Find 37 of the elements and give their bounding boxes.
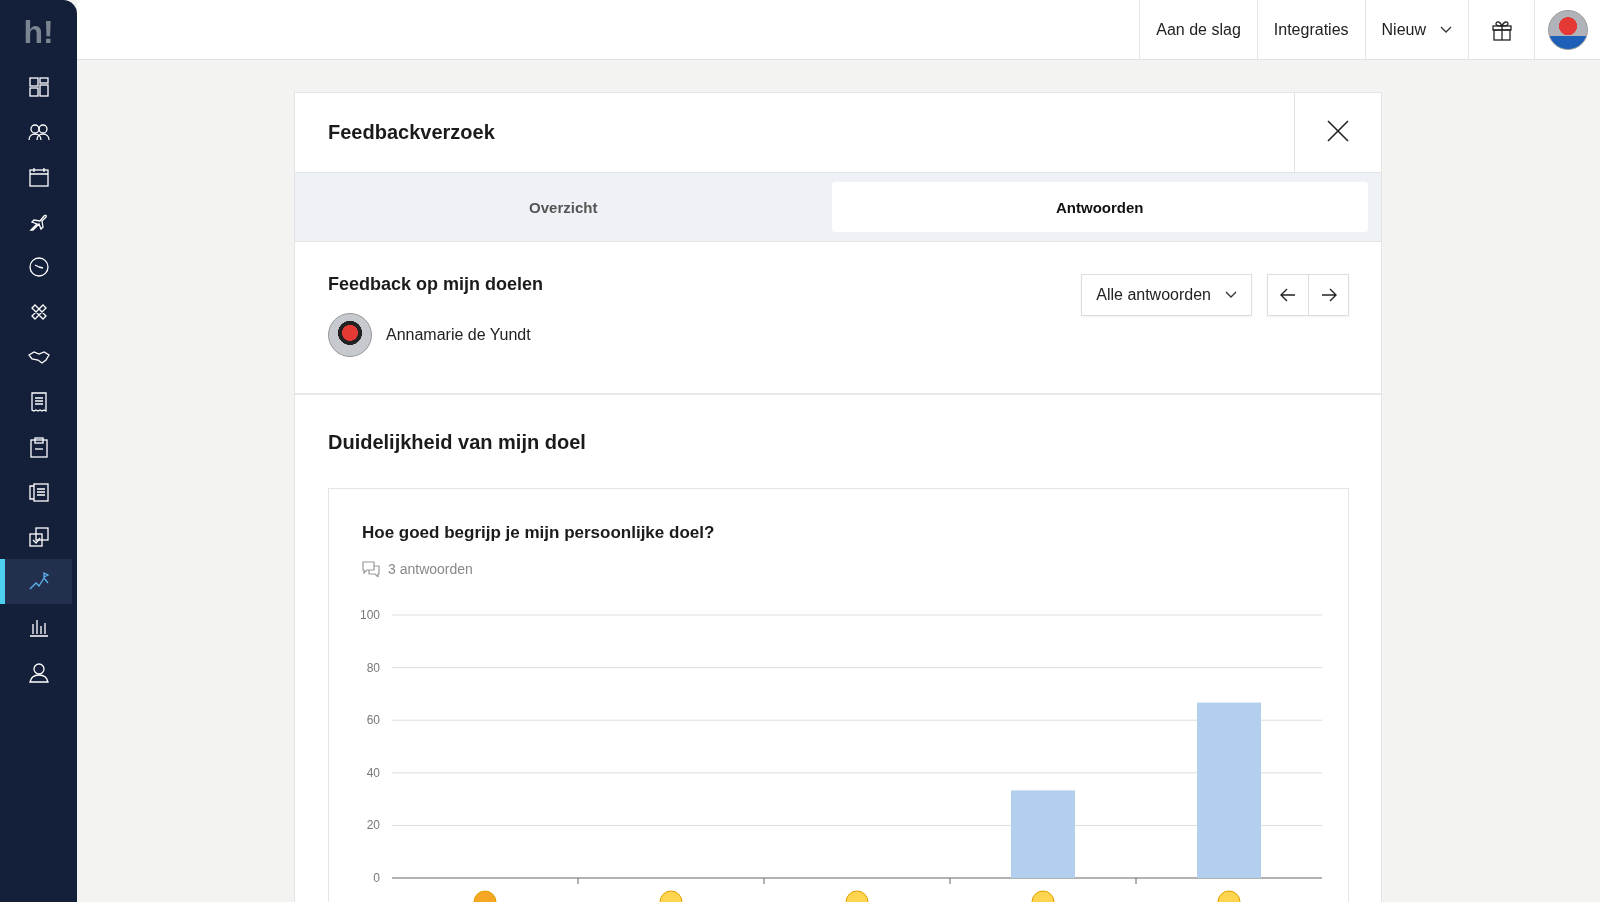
axis-label: 80 bbox=[366, 660, 380, 675]
section-title: Duidelijkheid van mijn doel bbox=[328, 431, 587, 454]
logo[interactable]: h! bbox=[0, 0, 77, 64]
calendar-icon bbox=[27, 165, 50, 188]
modal-title: Feedbackverzoek bbox=[327, 120, 496, 145]
dashboard-icon bbox=[27, 75, 50, 98]
comments-icon bbox=[362, 561, 380, 577]
axis-label: 60 bbox=[366, 713, 380, 728]
chevron-down-icon bbox=[1225, 291, 1237, 299]
documents-icon bbox=[27, 480, 50, 503]
gift-icon bbox=[1490, 18, 1513, 41]
clock-icon bbox=[27, 255, 50, 278]
tab[interactable]: Overzicht bbox=[295, 182, 832, 232]
previous-button[interactable] bbox=[1268, 275, 1308, 315]
top-link[interactable]: Aan de slag bbox=[1139, 0, 1257, 59]
arrow-right-icon bbox=[1320, 288, 1337, 302]
checkbox-icon bbox=[27, 525, 50, 548]
axis-label: 100 bbox=[359, 608, 380, 622]
tab[interactable]: Antwoorden bbox=[831, 182, 1368, 232]
nav-item[interactable] bbox=[0, 559, 72, 604]
top-link[interactable]: Integraties bbox=[1256, 0, 1365, 59]
answer-count: 3 antwoorden bbox=[388, 561, 473, 577]
chevron-down-icon bbox=[1440, 25, 1452, 34]
user-icon bbox=[27, 660, 50, 683]
clipboard-icon bbox=[27, 435, 50, 458]
request-title: Feedback op mijn doelen bbox=[328, 274, 544, 295]
close-icon bbox=[1326, 119, 1350, 143]
next-button[interactable] bbox=[1308, 275, 1348, 315]
axis-label: 40 bbox=[366, 765, 380, 780]
menu-button[interactable]: Nieuw bbox=[1364, 0, 1468, 59]
person-name: Annamarie de Yundt bbox=[386, 326, 531, 344]
axis-label: 0 bbox=[373, 871, 380, 885]
axis-label: 20 bbox=[366, 818, 380, 833]
arrow-left-icon bbox=[1280, 288, 1296, 302]
filter-dropdown[interactable]: Alle antwoorden bbox=[1081, 274, 1252, 316]
question-title: Hoe goed begrijp je mijn persoonlijke doel? bbox=[362, 523, 716, 543]
avatar bbox=[328, 313, 372, 357]
